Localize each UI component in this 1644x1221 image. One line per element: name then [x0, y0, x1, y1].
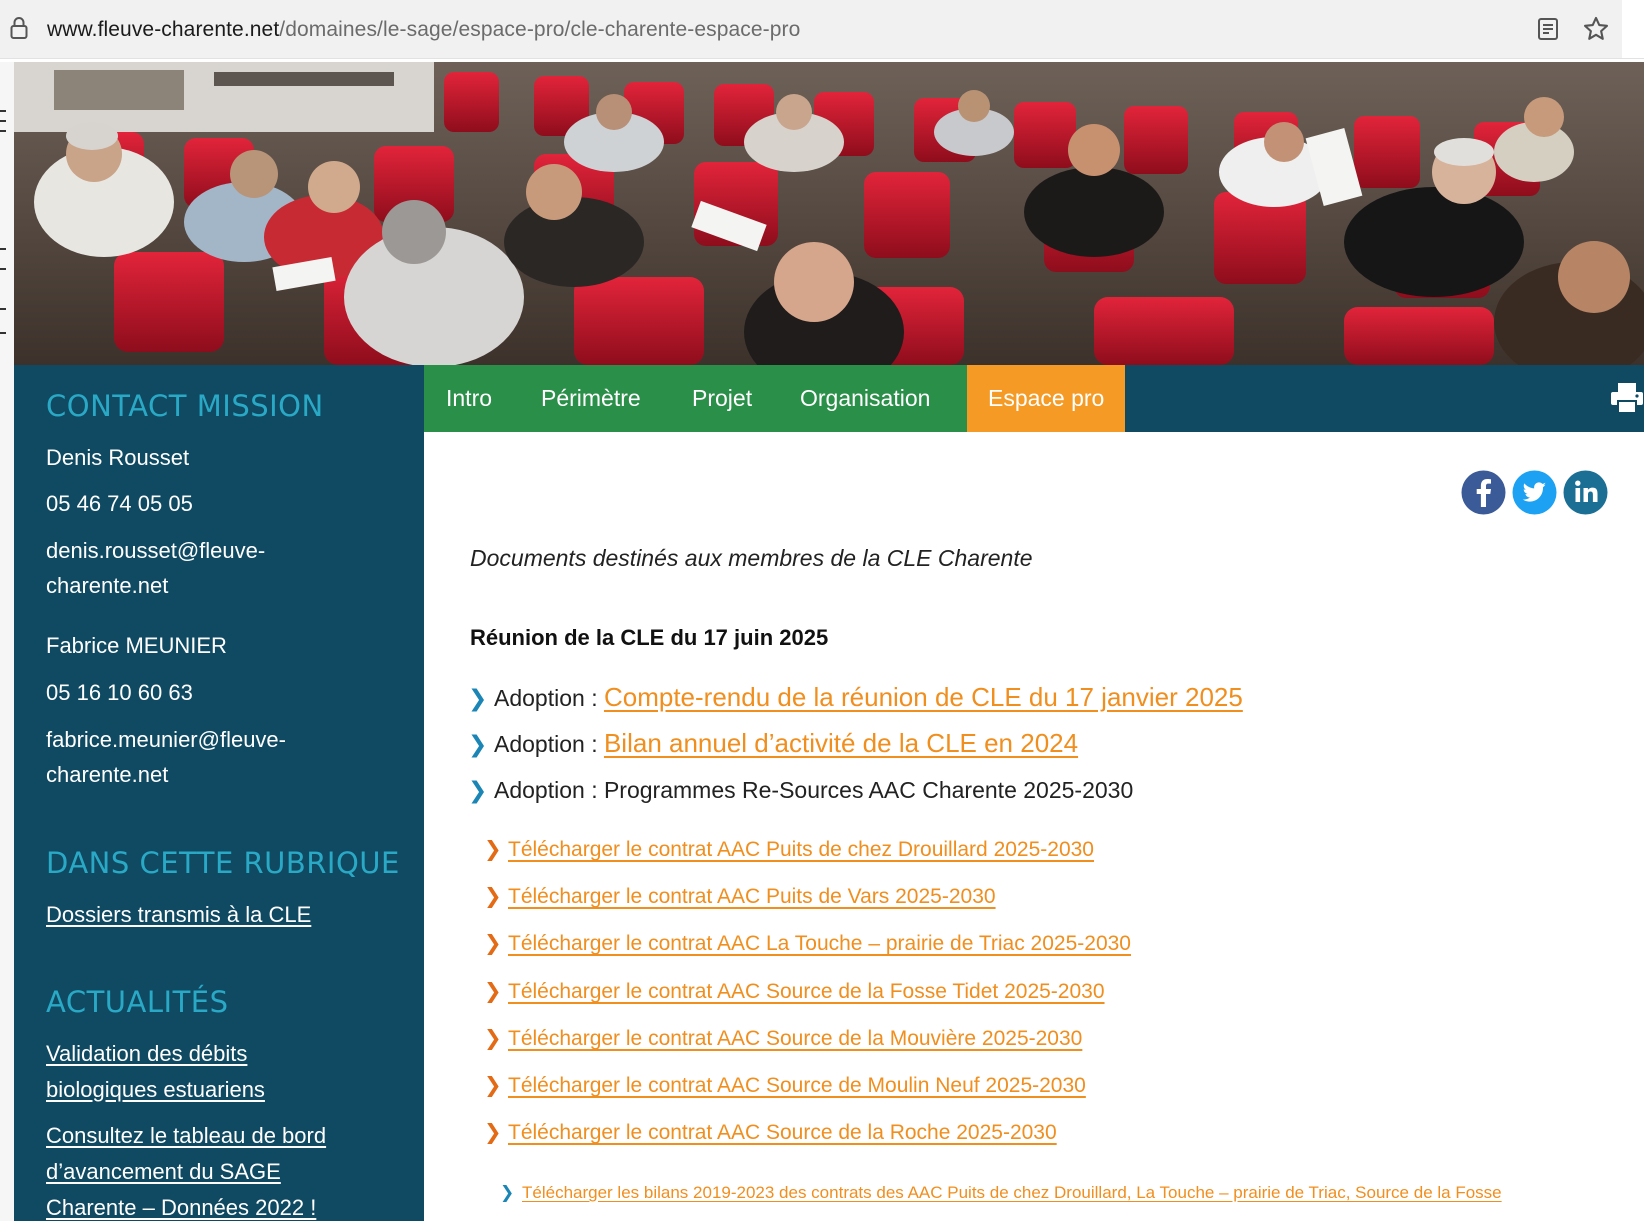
contact2-email-line1: fabrice.meunier@fleuve-	[46, 727, 286, 752]
bilans-link[interactable]: Télécharger les bilans 2019-2023 des con…	[522, 1183, 1502, 1202]
list-item: ❯ Adoption : Programmes Re-Sources AAC Ch…	[468, 777, 1133, 804]
bookmark-star-icon[interactable]	[1582, 15, 1610, 43]
intro-text: Documents destinés aux membres de la CLE…	[470, 545, 1033, 571]
sidebar: CONTACT MISSION Denis Rousset 05 46 74 0…	[14, 365, 424, 1221]
download-link-moulin-neuf[interactable]: Télécharger le contrat AAC Source de Mou…	[508, 1074, 1086, 1097]
window-edge	[1622, 0, 1644, 58]
contact2-email-line2: charente.net	[46, 762, 169, 787]
news-item-2-line3: Charente – Données 2022 !	[46, 1195, 317, 1220]
news-item-1[interactable]: Validation des débits biologiques estuari…	[46, 1036, 406, 1108]
contact1-email-line1: denis.rousset@fleuve-	[46, 538, 266, 563]
rubrique-link[interactable]: Dossiers transmis à la CLE	[46, 897, 406, 933]
contact1-phone[interactable]: 05 46 74 05 05	[46, 486, 193, 521]
item-prefix: Adoption :	[494, 685, 604, 711]
contact1-name: Denis Rousset	[46, 445, 190, 470]
twitter-icon[interactable]	[1512, 470, 1557, 515]
tab-espace-pro[interactable]: Espace pro	[967, 365, 1126, 432]
download-item: ❯ Télécharger le contrat AAC Source de la…	[484, 1120, 1057, 1145]
download-link-drouillard[interactable]: Télécharger le contrat AAC Puits de chez…	[508, 838, 1094, 861]
chevron-right-icon: ❯	[484, 980, 502, 1003]
download-item: ❯ Télécharger le contrat AAC Puits de che…	[484, 837, 1094, 862]
hero-image	[14, 62, 1644, 365]
news-item-1-line2: biologiques estuariens	[46, 1077, 265, 1102]
chevron-right-icon: ❯	[484, 932, 502, 955]
url-path: /domaines/le-sage/espace-pro/cle-charent…	[279, 18, 801, 41]
contact2-phone[interactable]: 05 16 10 60 63	[46, 675, 193, 710]
bilans-item: ❯ Télécharger les bilans 2019-2023 des co…	[500, 1183, 1502, 1203]
chevron-right-icon: ❯	[468, 777, 488, 803]
download-link-mouviere[interactable]: Télécharger le contrat AAC Source de la …	[508, 1027, 1082, 1050]
download-item: ❯ Télécharger le contrat AAC Source de la…	[484, 979, 1105, 1004]
reader-view-icon[interactable]	[1537, 17, 1559, 41]
tab-perimetre[interactable]: Périmètre	[541, 365, 641, 432]
item-prefix: Adoption :	[494, 731, 604, 757]
download-link-roche[interactable]: Télécharger le contrat AAC Source de la …	[508, 1121, 1057, 1144]
contact2-name: Fabrice MEUNIER	[46, 633, 227, 658]
contact1-email-line2: charente.net	[46, 573, 169, 598]
chevron-right-icon: ❯	[484, 1027, 502, 1050]
contact-heading: CONTACT MISSION	[46, 389, 324, 423]
chevron-right-icon: ❯	[484, 1121, 502, 1144]
chevron-right-icon: ❯	[468, 731, 488, 757]
rubrique-heading: DANS CETTE RUBRIQUE	[46, 846, 400, 880]
download-item: ❯ Télécharger le contrat AAC Puits de Var…	[484, 884, 996, 909]
news-item-1-line1: Validation des débits	[46, 1041, 248, 1066]
chevron-right-icon: ❯	[484, 1074, 502, 1097]
browser-address-bar: www.fleuve-charente.net/domaines/le-sage…	[0, 0, 1644, 59]
download-item: ❯ Télécharger le contrat AAC La Touche – …	[484, 931, 1131, 956]
chevron-right-icon: ❯	[484, 838, 502, 861]
left-window-edge	[0, 62, 14, 1221]
download-item: ❯ Télécharger le contrat AAC Source de Mo…	[484, 1073, 1086, 1098]
download-item: ❯ Télécharger le contrat AAC Source de la…	[484, 1026, 1082, 1051]
download-link-vars[interactable]: Télécharger le contrat AAC Puits de Vars…	[508, 885, 996, 908]
item-prefix: Adoption :	[494, 777, 604, 803]
download-link-la-touche[interactable]: Télécharger le contrat AAC La Touche – p…	[508, 932, 1131, 955]
download-link-fosse-tidet[interactable]: Télécharger le contrat AAC Source de la …	[508, 980, 1105, 1003]
chevron-right-icon: ❯	[500, 1183, 515, 1202]
url-host: www.fleuve-charente.net	[47, 18, 280, 41]
tab-organisation[interactable]: Organisation	[800, 365, 930, 432]
lock-icon[interactable]	[10, 16, 28, 40]
news-item-2-line2: d’avancement du SAGE	[46, 1159, 281, 1184]
printer-icon[interactable]	[1610, 381, 1644, 415]
facebook-icon[interactable]	[1461, 470, 1506, 515]
chevron-right-icon: ❯	[468, 685, 488, 711]
bilan-annuel-link[interactable]: Bilan annuel d’activité de la CLE en 202…	[604, 728, 1078, 758]
main-nav: Intro Périmètre Projet Organisation Espa…	[424, 365, 1644, 432]
meeting-title: Réunion de la CLE du 17 juin 2025	[470, 625, 829, 650]
url-field[interactable]: www.fleuve-charente.net/domaines/le-sage…	[47, 18, 800, 42]
tab-projet[interactable]: Projet	[692, 365, 752, 432]
news-heading: ACTUALITÉS	[46, 985, 229, 1019]
compte-rendu-link[interactable]: Compte-rendu de la réunion de CLE du 17 …	[604, 682, 1243, 712]
tab-intro[interactable]: Intro	[446, 365, 492, 432]
contact1-email[interactable]: denis.rousset@fleuve-charente.net	[46, 533, 265, 603]
programmes-text: Programmes Re-Sources AAC Charente 2025-…	[603, 777, 1134, 803]
contact2-email[interactable]: fabrice.meunier@fleuve-charente.net	[46, 722, 286, 792]
chevron-right-icon: ❯	[484, 885, 502, 908]
linkedin-icon[interactable]	[1563, 470, 1608, 515]
news-item-2[interactable]: Consultez le tableau de bord d’avancement…	[46, 1118, 406, 1221]
list-item: ❯ Adoption : Bilan annuel d’activité de l…	[468, 728, 1078, 759]
list-item: ❯ Adoption : Compte-rendu de la réunion d…	[468, 682, 1243, 713]
news-item-2-line1: Consultez le tableau de bord	[46, 1123, 327, 1148]
